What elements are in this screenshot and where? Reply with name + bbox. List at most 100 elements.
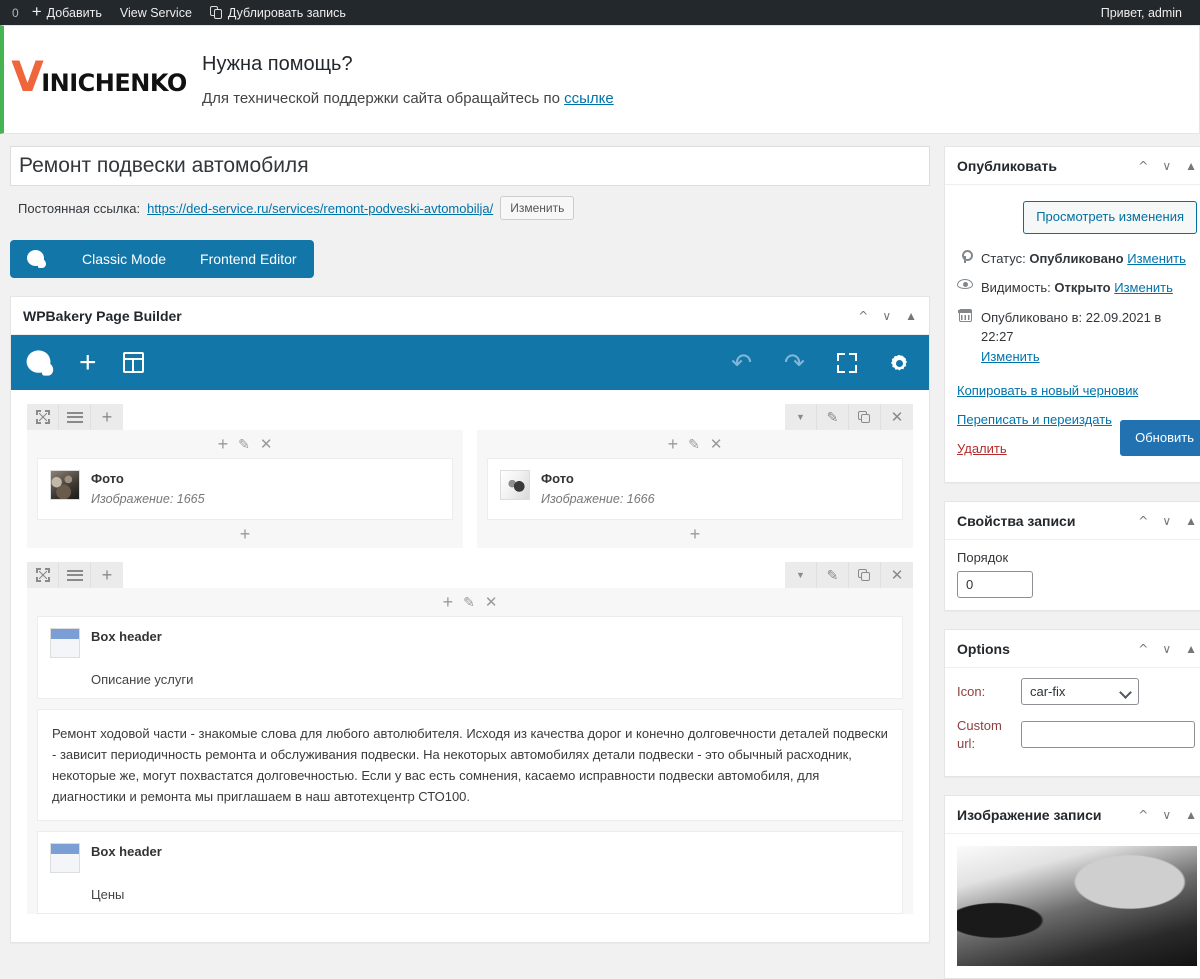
row-right-controls: ▼ ✎ ✕ [785,404,913,430]
move-down-icon[interactable]: ∨ [1162,160,1171,172]
visibility-value: Открыто [1054,280,1111,296]
featured-image-thumbnail[interactable] [957,846,1197,967]
custom-url-label: Custom url: [957,718,1002,751]
row-delete-icon[interactable]: ✕ [881,404,913,430]
toggle-panel-icon[interactable]: ▲ [1185,809,1197,821]
builder-element[interactable]: Box header Описание услуги [37,616,903,700]
post-attributes-panel: Свойства записи ^ ∨ ▲ Порядок [944,501,1200,612]
undo-icon[interactable]: ↶ [731,350,752,375]
toggle-panel-icon[interactable]: ▲ [1185,643,1197,655]
move-down-icon[interactable]: ∨ [882,310,891,322]
move-up-icon[interactable]: ^ [1138,515,1148,527]
publish-panel: Опубликовать ^ ∨ ▲ Просмотреть изменения… [944,146,1200,484]
redo-icon[interactable]: ↷ [784,350,805,375]
edit-date-link[interactable]: Изменить [981,347,1197,367]
builder-element[interactable]: Фото Изображение: 1665 [37,458,453,521]
classic-mode-button[interactable]: Classic Mode [65,240,184,278]
status-label: Статус: [981,250,1026,266]
element-name: Фото [541,471,574,486]
support-link[interactable]: ссылке [564,90,614,107]
adminbar-account-greeting[interactable]: Привет, admin [1092,0,1190,25]
move-down-icon[interactable]: ∨ [1162,515,1171,527]
row-add-icon[interactable]: + [91,404,123,430]
move-up-icon[interactable]: ^ [1138,160,1148,172]
move-up-icon[interactable]: ^ [858,310,868,322]
row-clone-icon[interactable] [849,404,881,430]
gear-icon[interactable] [889,353,909,373]
move-down-icon[interactable]: ∨ [1162,809,1171,821]
element-name: Box header [91,844,162,860]
adminbar-item-duplicate-post[interactable]: Дублировать запись [201,0,355,25]
adminbar-add-new-label: Добавить [46,5,102,20]
toggle-panel-icon[interactable]: ▲ [1185,160,1197,172]
pin-icon [957,249,973,263]
column-delete-icon[interactable]: ✕ [485,593,498,611]
wpbakery-panel: WPBakery Page Builder ^ ∨ ▲ + ↶ ↷ + ▼ ✎ … [10,296,930,944]
column-add-element-bar[interactable]: + [477,520,913,548]
edit-permalink-button[interactable]: Изменить [500,196,575,220]
adminbar-duplicate-label: Дублировать запись [227,5,346,20]
post-title-input[interactable] [10,146,930,186]
row-drag-icon[interactable] [27,562,59,589]
adminbar-item-add-new[interactable]: + Добавить [23,0,111,25]
delete-post-link[interactable]: Удалить [957,441,1007,456]
row-add-icon[interactable]: + [91,562,123,588]
column-delete-icon[interactable]: ✕ [710,435,723,453]
templates-icon[interactable] [122,352,144,373]
column-edit-icon[interactable]: ✎ [463,594,475,611]
admin-bar: 0 + Добавить View Service Дублировать за… [0,0,1200,25]
frontend-editor-button[interactable]: Frontend Editor [183,240,314,278]
row-clone-icon[interactable] [849,562,881,589]
adminbar-item-view-service[interactable]: View Service [111,0,201,25]
move-up-icon[interactable]: ^ [1138,643,1148,655]
post-attributes-title: Свойства записи [957,512,1076,529]
row-edit-icon[interactable]: ✎ [817,562,849,589]
order-label: Порядок [957,550,1009,566]
options-panel-header: Options ^ ∨ ▲ [945,630,1200,669]
custom-url-input[interactable] [1021,721,1195,749]
wpbakery-logo-icon[interactable] [26,349,54,376]
column-delete-icon[interactable]: ✕ [260,435,273,453]
icon-select[interactable]: car-fix [1021,678,1139,706]
toggle-panel-icon[interactable]: ▲ [1185,515,1197,527]
add-element-icon[interactable]: + [79,347,97,378]
row-delete-icon[interactable]: ✕ [881,562,913,588]
post-body: Постоянная ссылка: https://ded-service.r… [10,146,930,944]
fullscreen-icon[interactable] [837,352,857,373]
preview-changes-button[interactable]: Просмотреть изменения [1023,201,1197,234]
column-edit-icon[interactable]: ✎ [688,436,700,453]
notice-text: Для технической поддержки сайта обращайт… [202,89,565,107]
permalink-label: Постоянная ссылка: [18,200,141,216]
column-add-icon[interactable]: + [218,434,229,455]
post-date-row: Опубликовано в: 22.09.2021 в 22:27 Измен… [957,303,1197,372]
permalink-url[interactable]: https://ded-service.ru/services/remont-p… [147,201,493,216]
adminbar-view-service-label: View Service [119,5,192,20]
row-layout-icon[interactable] [59,404,91,430]
featured-image-header: Изображение записи ^ ∨ ▲ [945,796,1200,835]
builder-element[interactable]: Box header Цены [37,831,903,915]
comment-count[interactable]: 0 [10,6,23,20]
column-add-icon[interactable]: + [668,434,679,455]
builder-element[interactable]: Фото Изображение: 1666 [487,458,903,521]
edit-status-link[interactable]: Изменить [1127,251,1186,266]
order-input[interactable] [957,571,1033,599]
column-add-element-bar[interactable]: + [27,520,463,548]
column-edit-icon[interactable]: ✎ [238,436,250,453]
column-controls: + ✎ ✕ [477,430,913,458]
builder-text-element[interactable]: Ремонт ходовой части - знакомые слова дл… [37,709,903,822]
row-drag-icon[interactable] [27,404,59,430]
move-up-icon[interactable]: ^ [1138,809,1148,821]
row-layout-icon[interactable] [59,562,91,589]
copy-to-draft-link[interactable]: Копировать в новый черновик [957,383,1197,398]
update-post-button[interactable]: Обновить [1120,420,1200,457]
edit-visibility-link[interactable]: Изменить [1114,280,1173,295]
row-edit-icon[interactable]: ✎ [817,404,849,430]
wpbakery-panel-header: WPBakery Page Builder ^ ∨ ▲ [11,297,929,335]
row-dropdown-icon[interactable]: ▼ [785,404,817,430]
column-add-icon[interactable]: + [443,592,454,613]
featured-image-panel: Изображение записи ^ ∨ ▲ [944,795,1200,979]
toggle-panel-icon[interactable]: ▲ [905,310,917,322]
row-dropdown-icon[interactable]: ▼ [785,562,817,589]
move-down-icon[interactable]: ∨ [1162,643,1171,655]
element-meta: Изображение: 1665 [91,491,205,506]
